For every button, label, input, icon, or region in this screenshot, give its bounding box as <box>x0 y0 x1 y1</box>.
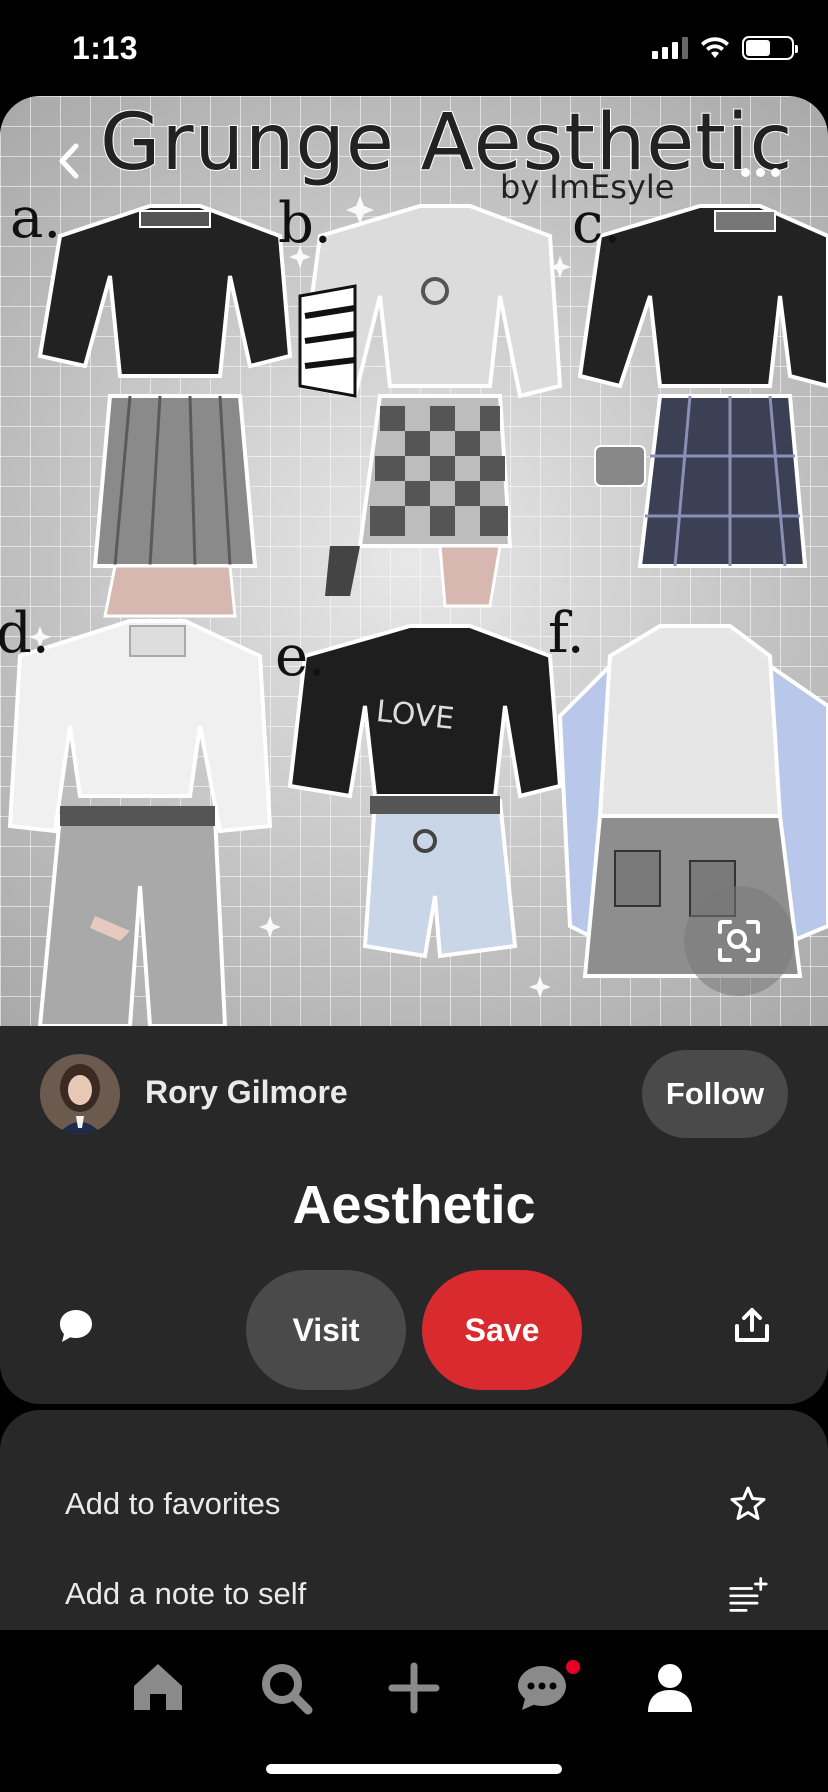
wifi-icon <box>701 37 729 58</box>
outfit-d <box>7 619 273 1026</box>
option-label: Add to favorites <box>65 1486 281 1521</box>
star-icon <box>730 1486 766 1520</box>
pin-title: Aesthetic <box>292 1175 536 1235</box>
battery-icon <box>742 36 798 60</box>
messages-icon <box>518 1666 566 1710</box>
pin-image[interactable]: Grunge Aesthetic by ImEsyle a. b. c. d. … <box>0 96 828 1026</box>
more-options-icon[interactable] <box>741 168 780 177</box>
outfit-c <box>577 204 828 568</box>
plus-icon[interactable] <box>384 1658 444 1718</box>
note-list-icon <box>729 1577 768 1612</box>
outfit-illustrations <box>7 196 828 1026</box>
status-bar: 1:13 <box>0 0 828 96</box>
option-add-to-favorites[interactable]: Add to favorites <box>0 1464 828 1544</box>
outfit-letter-f: f. <box>548 601 585 666</box>
outfit-e <box>287 624 563 959</box>
outfit-b <box>297 204 563 608</box>
pin-info-card: Rory Gilmore Follow Aesthetic Visit Save <box>0 1026 828 1404</box>
follow-button[interactable]: Follow <box>642 1050 788 1138</box>
back-chevron-icon[interactable] <box>50 136 90 186</box>
creator-avatar[interactable] <box>40 1054 120 1134</box>
status-time: 1:13 <box>72 30 139 66</box>
cellular-signal-icon <box>652 37 688 59</box>
home-icon[interactable] <box>128 1658 188 1718</box>
outfit-letter-e: e. <box>275 624 326 689</box>
creator-name[interactable]: Rory Gilmore <box>145 1074 348 1111</box>
share-icon[interactable] <box>732 1306 772 1346</box>
profile-icon[interactable] <box>640 1658 700 1718</box>
home-indicator <box>266 1764 562 1774</box>
visual-search-lens-icon[interactable] <box>684 886 794 996</box>
pin-options-sheet: Add to favorites Add a note to self <box>0 1410 828 1630</box>
comment-icon[interactable] <box>56 1306 96 1346</box>
notification-dot <box>566 1660 580 1674</box>
outfit-a <box>37 204 293 618</box>
option-label: Add a note to self <box>65 1576 307 1611</box>
outfit-letter-b: b. <box>278 191 332 256</box>
outfit-letter-a: a. <box>10 186 62 251</box>
outfit-letter-c: c. <box>572 191 622 256</box>
messages-tab[interactable] <box>512 1658 580 1718</box>
save-button[interactable]: Save <box>422 1270 582 1390</box>
outfit-letter-d: d. <box>0 601 50 666</box>
bottom-tab-bar <box>0 1632 828 1792</box>
visit-button[interactable]: Visit <box>246 1270 406 1390</box>
status-icons <box>652 36 798 60</box>
search-icon[interactable] <box>256 1658 316 1718</box>
option-add-note-to-self[interactable]: Add a note to self <box>0 1554 828 1634</box>
